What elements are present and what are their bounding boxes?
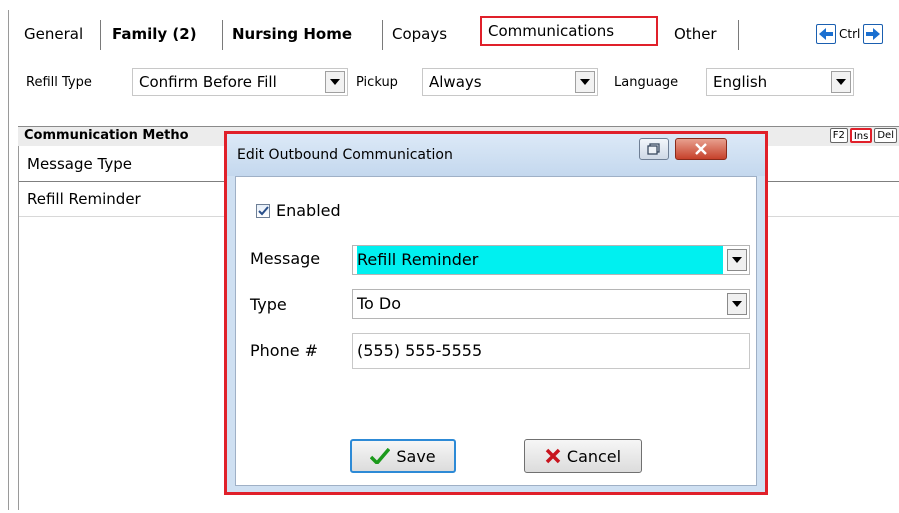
- tab-bar: General Family (2) Nursing Home Copays C…: [18, 14, 899, 56]
- pickup-label: Pickup: [356, 75, 398, 90]
- key-insert[interactable]: Ins: [849, 128, 873, 143]
- cancel-button[interactable]: Cancel: [524, 439, 642, 473]
- previous-tab-arrow-icon[interactable]: [816, 24, 836, 44]
- refill-settings-row: Refill Type Confirm Before Fill Pickup A…: [10, 68, 899, 102]
- cancel-x-icon: [545, 448, 561, 464]
- dialog-title: Edit Outbound Communication: [237, 147, 453, 163]
- tab-nursing-home-label: Nursing Home: [232, 25, 352, 43]
- tab-separator: [222, 20, 223, 50]
- phone-value: (555) 555-5555: [357, 341, 483, 360]
- edit-outbound-communication-dialog: Edit Outbound Communication Enabled Mess…: [224, 131, 768, 495]
- tab-copays-label: Copays: [392, 25, 448, 43]
- chevron-down-icon[interactable]: [831, 71, 851, 93]
- tab-separator: [100, 20, 101, 50]
- communication-methods-title: Communication Metho: [24, 128, 189, 143]
- key-delete[interactable]: Del: [874, 128, 897, 143]
- save-button[interactable]: Save: [350, 439, 456, 473]
- refill-type-label: Refill Type: [26, 75, 92, 90]
- refill-type-select[interactable]: Confirm Before Fill: [132, 68, 348, 96]
- chevron-down-icon[interactable]: [727, 249, 747, 271]
- language-select[interactable]: English: [706, 68, 854, 96]
- enabled-label: Enabled: [276, 201, 341, 220]
- next-tab-arrow-icon[interactable]: [863, 24, 884, 44]
- tab-family[interactable]: Family (2): [106, 18, 203, 50]
- message-select[interactable]: Refill Reminder: [352, 245, 750, 275]
- phone-input[interactable]: (555) 555-5555: [352, 333, 750, 369]
- checkmark-icon: [370, 448, 391, 464]
- tab-communications[interactable]: Communications: [480, 16, 658, 46]
- pickup-value: Always: [429, 73, 482, 91]
- type-select[interactable]: To Do: [352, 289, 750, 319]
- enabled-checkbox[interactable]: [256, 203, 270, 218]
- chevron-down-icon[interactable]: [727, 293, 747, 315]
- tab-nursing-home[interactable]: Nursing Home: [226, 18, 358, 50]
- pickup-select[interactable]: Always: [422, 68, 598, 96]
- message-value: Refill Reminder: [357, 246, 723, 274]
- message-label: Message: [250, 249, 321, 268]
- tab-communications-label: Communications: [488, 22, 615, 40]
- tab-family-label: Family (2): [112, 25, 197, 43]
- tab-general[interactable]: General: [18, 18, 89, 50]
- tab-general-label: General: [24, 25, 84, 43]
- chevron-down-icon[interactable]: [325, 71, 345, 93]
- tab-separator: [738, 20, 739, 50]
- refill-type-value: Confirm Before Fill: [139, 73, 277, 91]
- close-icon[interactable]: [675, 138, 727, 160]
- type-label: Type: [250, 295, 287, 314]
- ctrl-tab-navigation: Ctrl: [816, 22, 884, 46]
- tab-separator: [382, 20, 383, 50]
- key-f2[interactable]: F2: [829, 128, 848, 143]
- tab-other[interactable]: Other: [668, 18, 723, 50]
- enabled-checkbox-row[interactable]: Enabled: [256, 201, 341, 220]
- dialog-title-bar[interactable]: Edit Outbound Communication: [227, 134, 765, 176]
- phone-label: Phone #: [250, 341, 319, 360]
- tab-copays[interactable]: Copays: [386, 18, 453, 50]
- ctrl-label: Ctrl: [839, 27, 861, 41]
- restore-icon[interactable]: [639, 138, 669, 160]
- tab-other-label: Other: [674, 25, 717, 43]
- language-value: English: [713, 73, 768, 91]
- cancel-label: Cancel: [566, 446, 622, 466]
- dialog-body: Enabled Message Refill Reminder Type To …: [235, 176, 757, 486]
- language-label: Language: [614, 75, 679, 90]
- type-value: To Do: [357, 294, 402, 313]
- chevron-down-icon[interactable]: [575, 71, 595, 93]
- shortcut-keys: F2 Ins Del: [829, 128, 897, 143]
- save-label: Save: [396, 446, 436, 466]
